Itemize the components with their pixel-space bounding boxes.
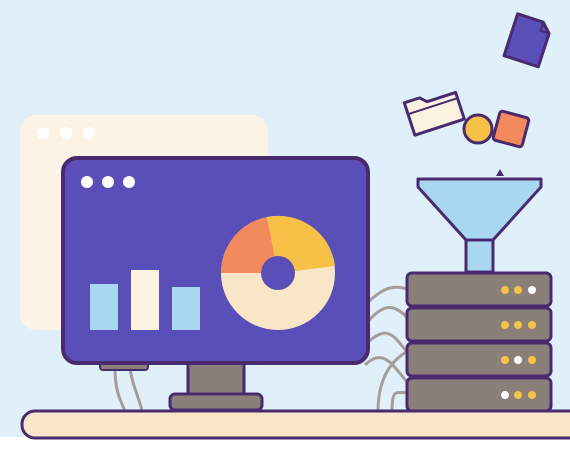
illustration (0, 0, 570, 451)
circle-shape-icon (462, 113, 494, 145)
desk (20, 409, 570, 440)
server-unit (405, 376, 553, 413)
donut-chart-icon (220, 215, 335, 330)
server-unit (405, 341, 553, 378)
server-unit (405, 306, 553, 343)
square-shape-icon (491, 109, 531, 149)
server-unit (405, 271, 553, 308)
data-pipeline-illustration (0, 0, 570, 451)
server-stack-icon (405, 271, 553, 413)
